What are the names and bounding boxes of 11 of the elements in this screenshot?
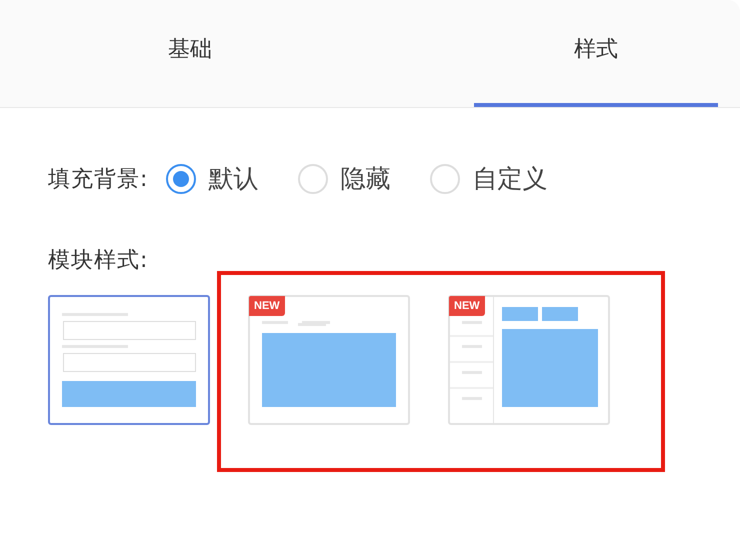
style-option-card[interactable]: NEW (448, 295, 610, 425)
radio-option[interactable]: 自定义 (430, 162, 548, 195)
radio-option[interactable]: 默认 (166, 162, 258, 195)
field-label: 模块样式: (48, 247, 148, 275)
new-badge: NEW (249, 296, 285, 316)
radio-option[interactable]: 隐藏 (298, 162, 390, 195)
field-label: 填充背景: (48, 166, 148, 194)
tab[interactable]: 样式 (474, 0, 718, 107)
style-option-card[interactable]: NEW (248, 295, 410, 425)
tab[interactable]: 基础 (68, 0, 312, 107)
new-badge: NEW (449, 296, 485, 316)
